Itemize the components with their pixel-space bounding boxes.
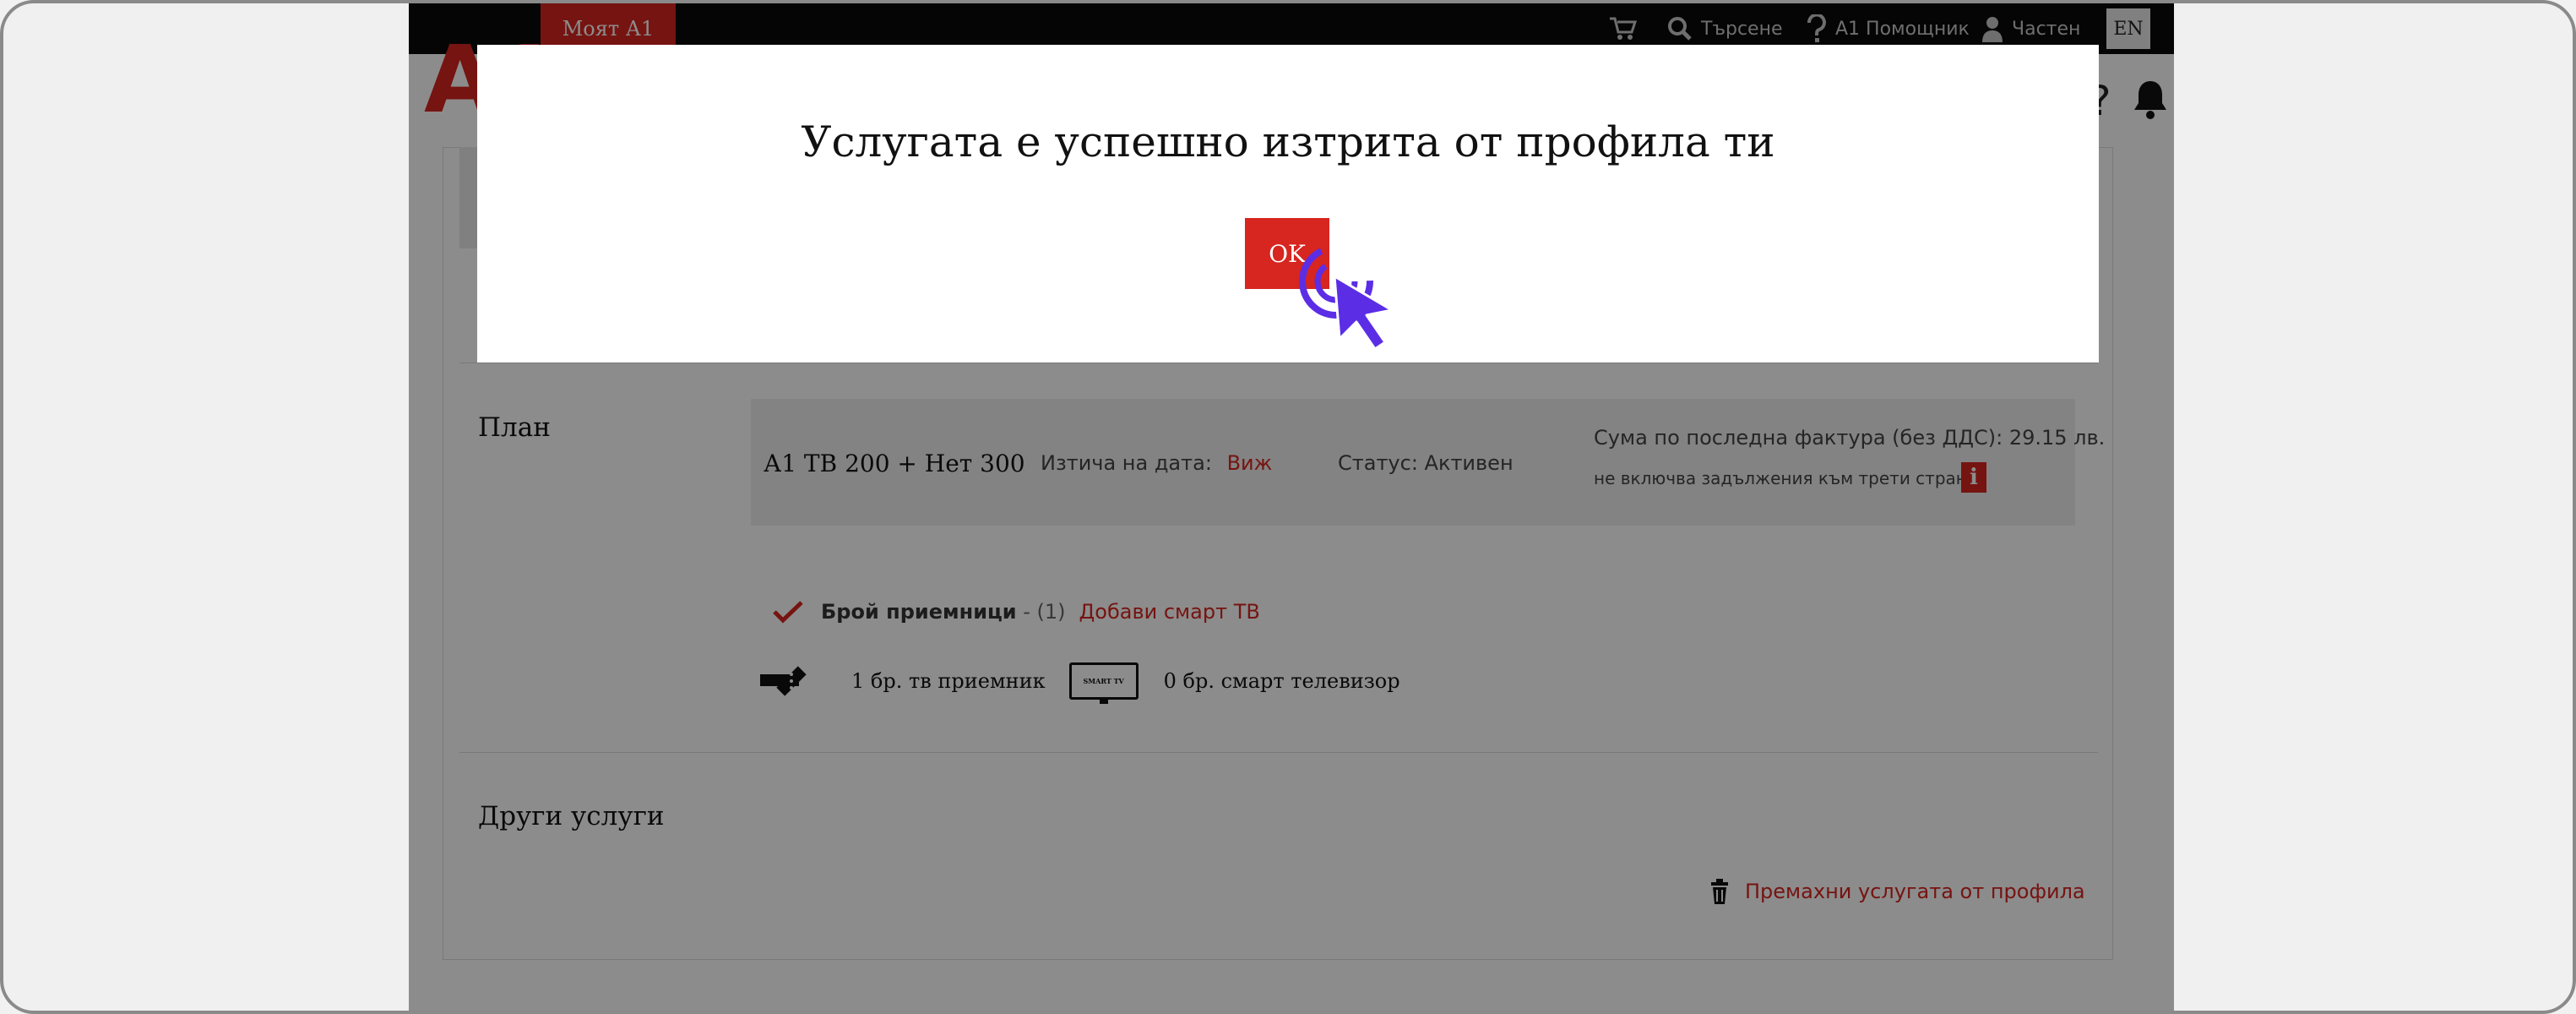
dialog-message: Услугата е успешно изтрита от профила ти <box>801 117 1775 166</box>
pointer-cursor-icon <box>1299 244 1394 351</box>
screenshot-frame: Моят А1 Търсене А1 Помощник Частен EN A1… <box>0 0 2576 1014</box>
a1-page: Моят А1 Търсене А1 Помощник Частен EN A1… <box>409 3 2174 1011</box>
success-dialog: Услугата е успешно изтрита от профила ти… <box>477 45 2099 363</box>
